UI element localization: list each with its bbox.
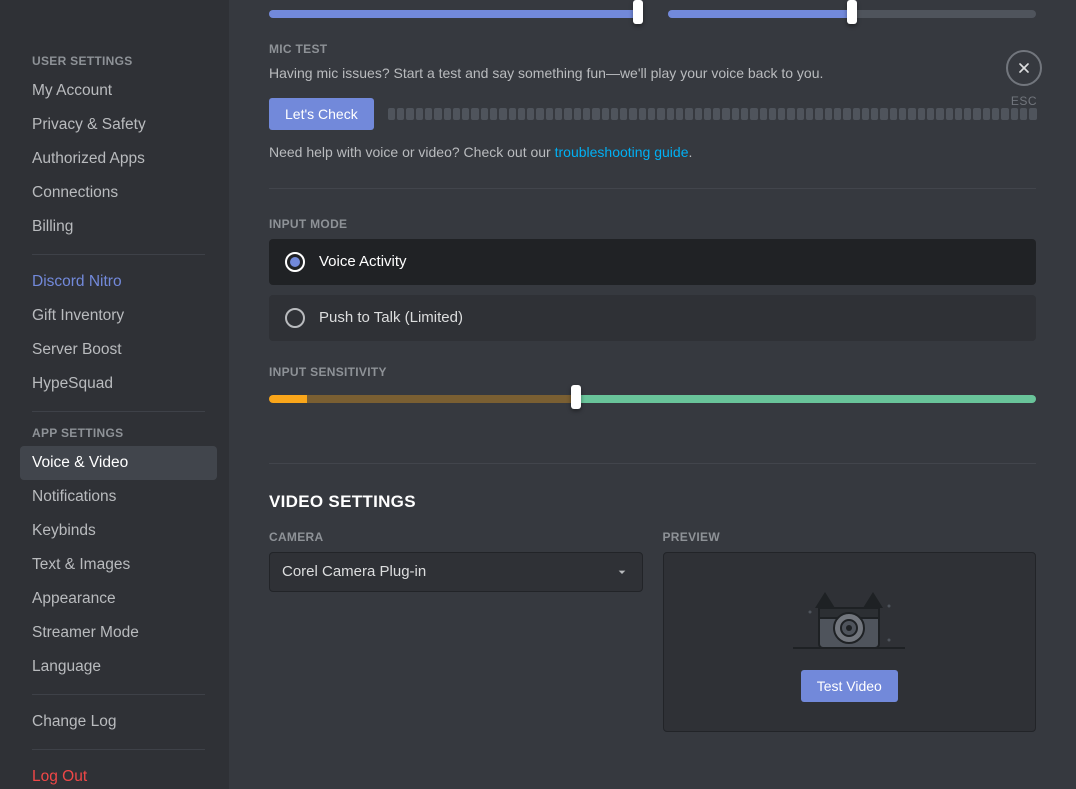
sidebar-item-billing[interactable]: Billing (20, 210, 217, 244)
sidebar-item-authorized-apps[interactable]: Authorized Apps (20, 142, 217, 176)
chevron-down-icon (614, 564, 630, 580)
radio-label: Push to Talk (Limited) (319, 309, 463, 326)
sidebar-item-server-boost[interactable]: Server Boost (20, 333, 217, 367)
help-text: Need help with voice or video? Check out… (269, 144, 1036, 160)
help-prefix: Need help with voice or video? Check out… (269, 144, 555, 160)
settings-content: MIC TEST Having mic issues? Start a test… (229, 0, 1076, 789)
test-video-button[interactable]: Test Video (801, 670, 898, 702)
sidebar-item-notifications[interactable]: Notifications (20, 480, 217, 514)
input-mode-push-to-talk[interactable]: Push to Talk (Limited) (269, 295, 1036, 341)
volume-slider-row (269, 8, 1036, 18)
preview-label: PREVIEW (663, 530, 1037, 544)
input-mode-voice-activity[interactable]: Voice Activity (269, 239, 1036, 285)
section-divider (269, 463, 1036, 464)
settings-sidebar: USER SETTINGS My Account Privacy & Safet… (0, 0, 229, 789)
input-mode-label: INPUT MODE (269, 217, 1036, 231)
close-panel: ESC (1006, 50, 1042, 108)
sidebar-item-language[interactable]: Language (20, 650, 217, 684)
sidebar-item-gift-inventory[interactable]: Gift Inventory (20, 299, 217, 333)
sidebar-item-log-out[interactable]: Log Out (20, 760, 217, 789)
sidebar-item-privacy-safety[interactable]: Privacy & Safety (20, 108, 217, 142)
lets-check-button[interactable]: Let's Check (269, 98, 374, 130)
sidebar-item-change-log[interactable]: Change Log (20, 705, 217, 739)
sidebar-item-hypesquad[interactable]: HypeSquad (20, 367, 217, 401)
sidebar-item-appearance[interactable]: Appearance (20, 582, 217, 616)
sidebar-item-streamer-mode[interactable]: Streamer Mode (20, 616, 217, 650)
input-sensitivity-label: INPUT SENSITIVITY (269, 365, 1036, 379)
radio-icon (285, 308, 305, 328)
sidebar-item-voice-video[interactable]: Voice & Video (20, 446, 217, 480)
mic-test-label: MIC TEST (269, 42, 1036, 56)
mic-test-description: Having mic issues? Start a test and say … (269, 64, 1036, 84)
video-preview: Test Video (663, 552, 1037, 732)
user-settings-header: USER SETTINGS (32, 54, 207, 68)
input-sensitivity-slider[interactable] (269, 393, 1036, 403)
camera-select[interactable]: Corel Camera Plug-in (269, 552, 643, 592)
section-divider (269, 188, 1036, 189)
sidebar-item-keybinds[interactable]: Keybinds (20, 514, 217, 548)
sidebar-divider (32, 411, 205, 412)
output-volume-slider[interactable] (668, 8, 1037, 18)
input-volume-slider[interactable] (269, 8, 638, 18)
esc-label: ESC (1011, 94, 1037, 108)
sidebar-divider (32, 254, 205, 255)
sidebar-item-text-images[interactable]: Text & Images (20, 548, 217, 582)
camera-select-value: Corel Camera Plug-in (282, 563, 426, 580)
camera-illustration-icon (789, 582, 909, 652)
help-suffix: . (689, 144, 693, 160)
sidebar-item-my-account[interactable]: My Account (20, 74, 217, 108)
close-icon (1016, 60, 1032, 76)
camera-label: CAMERA (269, 530, 643, 544)
mic-level-meter (388, 108, 1036, 120)
troubleshooting-link[interactable]: troubleshooting guide (555, 144, 689, 160)
sidebar-item-connections[interactable]: Connections (20, 176, 217, 210)
radio-label: Voice Activity (319, 253, 407, 270)
app-settings-header: APP SETTINGS (32, 426, 207, 440)
sidebar-divider (32, 694, 205, 695)
sidebar-item-discord-nitro[interactable]: Discord Nitro (20, 265, 217, 299)
video-settings-heading: VIDEO SETTINGS (269, 492, 1036, 512)
radio-icon (285, 252, 305, 272)
close-button[interactable] (1006, 50, 1042, 86)
sidebar-divider (32, 749, 205, 750)
